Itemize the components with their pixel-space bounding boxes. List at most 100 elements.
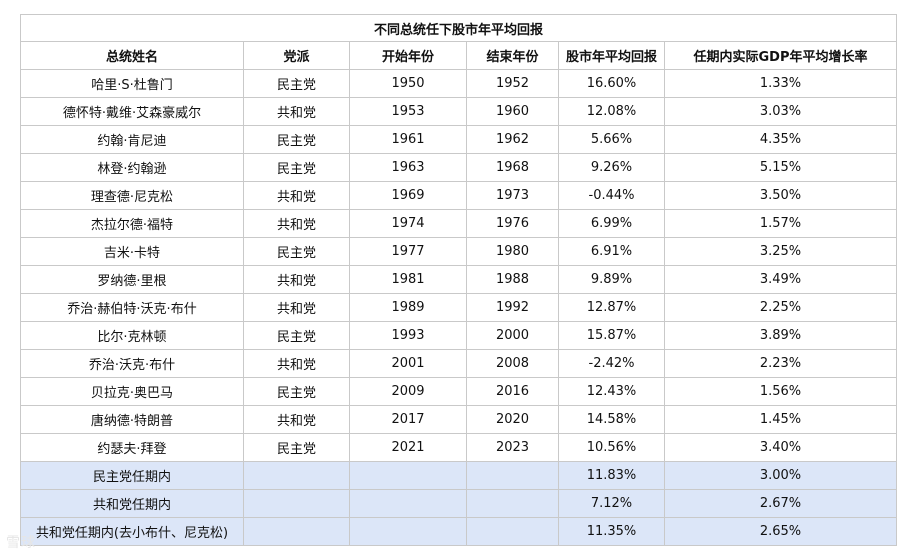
table-cell: 民主党 <box>243 377 350 406</box>
table-cell: 3.49% <box>663 265 898 294</box>
summary-cell: 7.12% <box>558 489 665 518</box>
table-cell: 10.56% <box>558 433 665 462</box>
table-cell: 1962 <box>466 125 559 154</box>
table-cell: 乔治·沃克·布什 <box>20 349 244 378</box>
table-cell: 共和党 <box>243 97 350 126</box>
table-cell: 1992 <box>466 293 559 322</box>
table-cell: 6.99% <box>558 209 665 238</box>
summary-cell <box>243 461 350 490</box>
table-cell: 1988 <box>466 265 559 294</box>
table-cell: 5.66% <box>558 125 665 154</box>
summary-cell <box>349 489 467 518</box>
table-cell: 1969 <box>349 181 467 210</box>
table-row: 德怀特·戴维·艾森豪威尔 共和党 1953 1960 12.08% 3.03% <box>20 97 898 126</box>
table-cell: 1952 <box>466 69 559 98</box>
table-cell: 民主党 <box>243 69 350 98</box>
table-cell: 比尔·克林顿 <box>20 321 244 350</box>
table-cell: 德怀特·戴维·艾森豪威尔 <box>20 97 244 126</box>
table-cell: 共和党 <box>243 349 350 378</box>
table-cell: 2017 <box>349 405 467 434</box>
table-cell: 2008 <box>466 349 559 378</box>
summary-label-cell: 共和党任期内(去小布什、尼克松) <box>20 517 244 546</box>
table-row: 约翰·肯尼迪 民主党 1961 1962 5.66% 4.35% <box>20 125 898 154</box>
spreadsheet-table-container: 不同总统任下股市年平均回报 总统姓名 党派 开始年份 结束年份 股市年平均回报 任期内实际… <box>19 14 898 546</box>
table-cell: 3.50% <box>663 181 898 210</box>
table-row: 贝拉克·奥巴马 民主党 2009 2016 12.43% 1.56% <box>20 377 898 406</box>
table-cell: -2.42% <box>558 349 665 378</box>
table-cell: 哈里·S·杜鲁门 <box>20 69 244 98</box>
table-cell: 共和党 <box>243 209 350 238</box>
summary-cell <box>349 461 467 490</box>
table-cell: 3.40% <box>663 433 898 462</box>
table-row: 理查德·尼克松 共和党 1969 1973 -0.44% 3.50% <box>20 181 898 210</box>
table-cell: 12.43% <box>558 377 665 406</box>
table-cell: -0.44% <box>558 181 665 210</box>
table-cell: 1977 <box>349 237 467 266</box>
table-cell: 2021 <box>349 433 467 462</box>
table-cell: 9.26% <box>558 153 665 182</box>
watermark-logo: 雪球 <box>6 535 36 551</box>
table-row: 哈里·S·杜鲁门 民主党 1950 1952 16.60% 1.33% <box>20 69 898 98</box>
table-cell: 唐纳德·特朗普 <box>20 405 244 434</box>
table-cell: 2001 <box>349 349 467 378</box>
table-cell: 1961 <box>349 125 467 154</box>
header-row: 总统姓名 党派 开始年份 结束年份 股市年平均回报 任期内实际GDP年平均增长率 <box>20 41 898 70</box>
column-header-party: 党派 <box>243 41 350 70</box>
table-cell: 1980 <box>466 237 559 266</box>
table-title: 不同总统任下股市年平均回报 <box>19 14 898 42</box>
table-cell: 2009 <box>349 377 467 406</box>
table-cell: 1.57% <box>663 209 898 238</box>
summary-cell: 2.65% <box>663 517 898 546</box>
table-cell: 约翰·肯尼迪 <box>20 125 244 154</box>
summary-label-cell: 共和党任期内 <box>20 489 244 518</box>
table-cell: 1989 <box>349 293 467 322</box>
table-cell: 杰拉尔德·福特 <box>20 209 244 238</box>
table-row: 杰拉尔德·福特 共和党 1974 1976 6.99% 1.57% <box>20 209 898 238</box>
table-cell: 5.15% <box>663 153 898 182</box>
summary-cell <box>466 489 559 518</box>
table-cell: 2023 <box>466 433 559 462</box>
table-cell: 共和党 <box>243 293 350 322</box>
table-cell: 9.89% <box>558 265 665 294</box>
table-cell: 民主党 <box>243 237 350 266</box>
table-cell: 3.89% <box>663 321 898 350</box>
table-cell: 2.23% <box>663 349 898 378</box>
table-row: 乔治·赫伯特·沃克·布什 共和党 1989 1992 12.87% 2.25% <box>20 293 898 322</box>
table-cell: 12.87% <box>558 293 665 322</box>
table-cell: 共和党 <box>243 265 350 294</box>
summary-cell <box>243 489 350 518</box>
column-header-gdp-growth: 任期内实际GDP年平均增长率 <box>663 41 898 70</box>
table-cell: 6.91% <box>558 237 665 266</box>
column-header-start-year: 开始年份 <box>349 41 467 70</box>
summary-cell: 11.35% <box>558 517 665 546</box>
table-cell: 2000 <box>466 321 559 350</box>
table-cell: 民主党 <box>243 125 350 154</box>
summary-row: 共和党任期内 7.12% 2.67% <box>20 489 898 518</box>
table-cell: 罗纳德·里根 <box>20 265 244 294</box>
table-cell: 1976 <box>466 209 559 238</box>
table-cell: 共和党 <box>243 405 350 434</box>
table-cell: 民主党 <box>243 321 350 350</box>
summary-row: 共和党任期内(去小布什、尼克松) 11.35% 2.65% <box>20 517 898 546</box>
table-row: 比尔·克林顿 民主党 1993 2000 15.87% 3.89% <box>20 321 898 350</box>
table-cell: 1981 <box>349 265 467 294</box>
table-row: 罗纳德·里根 共和党 1981 1988 9.89% 3.49% <box>20 265 898 294</box>
table-cell: 约瑟夫·拜登 <box>20 433 244 462</box>
table-cell: 12.08% <box>558 97 665 126</box>
table-cell: 2.25% <box>663 293 898 322</box>
summary-cell <box>243 517 350 546</box>
column-header-end-year: 结束年份 <box>466 41 559 70</box>
summary-cell <box>349 517 467 546</box>
table-cell: 15.87% <box>558 321 665 350</box>
table-cell: 2016 <box>466 377 559 406</box>
table-cell: 1.33% <box>663 69 898 98</box>
table-cell: 1960 <box>466 97 559 126</box>
table-row: 唐纳德·特朗普 共和党 2017 2020 14.58% 1.45% <box>20 405 898 434</box>
table-cell: 林登·约翰逊 <box>20 153 244 182</box>
table-body: 哈里·S·杜鲁门 民主党 1950 1952 16.60% 1.33% 德怀特·戴维·艾森豪… <box>20 69 898 546</box>
column-header-name: 总统姓名 <box>20 41 244 70</box>
table-cell: 民主党 <box>243 433 350 462</box>
table-cell: 4.35% <box>663 125 898 154</box>
table-row: 吉米·卡特 民主党 1977 1980 6.91% 3.25% <box>20 237 898 266</box>
table-cell: 吉米·卡特 <box>20 237 244 266</box>
